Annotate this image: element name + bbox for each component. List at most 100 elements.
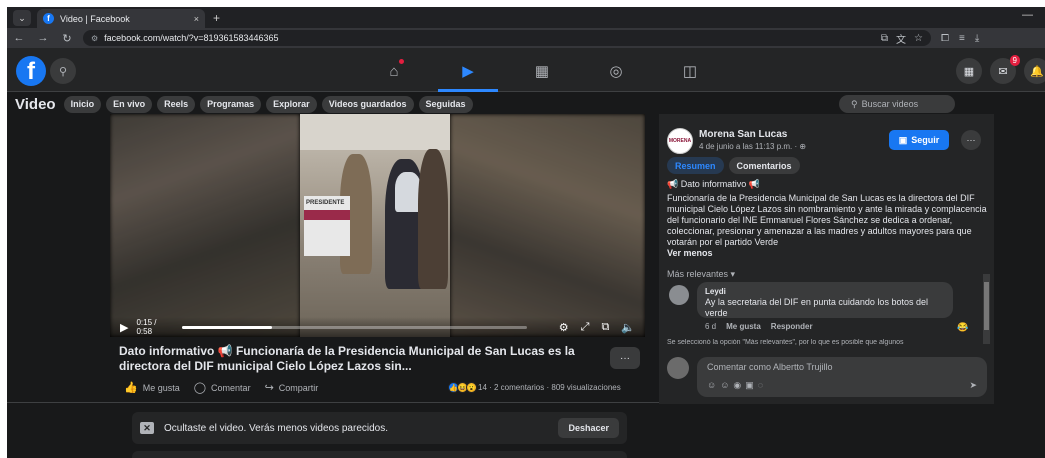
sticker-icon[interactable]: ◌ xyxy=(758,380,767,390)
site-info-icon[interactable]: ⚙ xyxy=(91,34,98,43)
groups-nav-icon[interactable]: ◎ xyxy=(586,56,646,86)
play-icon[interactable]: ▶ xyxy=(120,321,128,334)
reading-list-icon[interactable]: ≡ xyxy=(959,33,965,44)
settings-gear-icon[interactable]: ⚙ xyxy=(559,321,569,334)
facebook-favicon-icon: f xyxy=(43,13,54,24)
extensions-icon[interactable]: ⧠ xyxy=(941,33,949,44)
page-avatar[interactable]: MORENA xyxy=(667,128,693,154)
volume-icon[interactable]: 🔈 xyxy=(621,321,635,334)
share-label: Compartir xyxy=(278,382,319,393)
gaming-nav-icon[interactable]: ◫ xyxy=(660,56,720,86)
composer-tools: ☺☺◉▣◌ xyxy=(707,380,977,391)
undo-button[interactable]: Deshacer xyxy=(558,418,619,438)
comment-label: Comentar xyxy=(211,382,251,393)
comment-age[interactable]: 6 d xyxy=(705,322,716,331)
messenger-badge: 9 xyxy=(1009,55,1020,66)
translate-icon[interactable]: 文 xyxy=(896,31,906,46)
tab-comentarios[interactable]: Comentarios xyxy=(728,157,800,174)
like-label: Me gusta xyxy=(142,382,180,393)
install-app-icon[interactable]: ⧉ xyxy=(881,33,888,44)
ballot-box-label: PRESIDENTE xyxy=(306,200,345,206)
post-date[interactable]: 4 de junio a las 11:13 p.m. · ⊕ xyxy=(699,142,806,151)
video-player[interactable]: PRESIDENTE ▶ 0:15 / 0:58 ⚙ ⤢ ⧉ 🔈 xyxy=(110,114,645,337)
ballot-box: PRESIDENTE xyxy=(304,196,350,256)
forward-icon[interactable]: → xyxy=(31,32,55,44)
scrollbar-thumb[interactable] xyxy=(984,282,989,330)
facebook-search-icon[interactable]: ⚲ xyxy=(50,58,76,84)
minimize-window-icon[interactable]: — xyxy=(1022,9,1033,21)
tab-search-button[interactable]: ⌄ xyxy=(13,10,31,26)
video-title: Dato informativo 📢 Funcionaría de la Pre… xyxy=(119,344,575,373)
stats-text[interactable]: 14 · 2 comentarios · 809 visualizaciones xyxy=(478,383,621,392)
video-search-input[interactable]: ⚲ Buscar videos xyxy=(839,95,955,113)
video-search-placeholder: Buscar videos xyxy=(861,99,919,109)
comment-input[interactable]: Comentar como Albertto Trujillo ☺☺◉▣◌ ➤ xyxy=(697,357,987,397)
download-icon[interactable]: ⤓ xyxy=(975,33,979,44)
hidden-video-icon: ✕ xyxy=(140,422,154,434)
video-progress-fill xyxy=(182,325,272,329)
commenter-avatar[interactable] xyxy=(669,285,689,305)
share-button[interactable]: ↪ Compartir xyxy=(265,381,319,394)
reload-icon[interactable]: ↻ xyxy=(55,32,79,45)
comment-author[interactable]: Leydi xyxy=(705,286,945,297)
send-icon[interactable]: ➤ xyxy=(969,380,977,391)
video-canopy xyxy=(300,114,450,150)
menu-grid-icon[interactable]: ▦ xyxy=(956,58,982,84)
messenger-icon[interactable]: ✉ 9 xyxy=(990,55,1020,84)
comment-bubble-icon: ◯ xyxy=(193,382,207,394)
video-frame: PRESIDENTE xyxy=(300,114,450,337)
new-tab-button[interactable]: + xyxy=(213,11,220,25)
pill-videos-guardados[interactable]: Videos guardados xyxy=(321,95,414,113)
video-progress-bar[interactable] xyxy=(182,325,527,329)
comment-reply-link[interactable]: Responder xyxy=(771,322,813,331)
comment-reaction-icon[interactable]: 😂 xyxy=(957,322,968,333)
fullscreen-expand-icon[interactable]: ⤢ xyxy=(581,321,590,334)
comment-button[interactable]: ◯ Comentar xyxy=(194,381,251,394)
facebook-top-nav: f ⚲ ⌂ ▶ ▦ ◎ ◫ ▦ ✉ 9 🔔 xyxy=(7,48,1045,92)
player-controls: ▶ 0:15 / 0:58 ⚙ ⤢ ⧉ 🔈 xyxy=(110,317,645,337)
picture-in-picture-icon[interactable]: ⧉ xyxy=(601,321,609,334)
pill-reels[interactable]: Reels xyxy=(157,95,196,113)
post-options-button[interactable]: ··· xyxy=(961,130,981,150)
pill-programas[interactable]: Programas xyxy=(200,95,262,113)
pill-inicio[interactable]: Inicio xyxy=(63,95,102,113)
video-options-button[interactable]: ··· xyxy=(610,347,640,369)
comments-scrollbar[interactable] xyxy=(983,274,990,344)
back-icon[interactable]: ← xyxy=(7,32,31,44)
comment-input-placeholder: Comentar como Albertto Trujillo xyxy=(707,362,833,372)
url-bar[interactable]: ⚙ facebook.com/watch/?v=819361583446365 … xyxy=(83,30,931,46)
user-avatar[interactable] xyxy=(667,357,689,379)
home-nav-icon[interactable]: ⌂ xyxy=(364,56,424,86)
comment-like-link[interactable]: Me gusta xyxy=(726,322,761,331)
comment-sort-dropdown[interactable]: Más relevantes ▾ xyxy=(667,269,735,280)
like-button[interactable]: 👍 Me gusta xyxy=(124,381,180,394)
video-nav-icon[interactable]: ▶ xyxy=(438,56,498,92)
hidden-video-message: Ocultaste el video. Verás menos videos p… xyxy=(164,422,389,434)
follow-button[interactable]: ▣ Seguir xyxy=(889,130,949,150)
reaction-icons[interactable]: 👍 😆 😮 xyxy=(448,382,477,393)
notifications-icon[interactable]: 🔔 xyxy=(1024,58,1045,84)
facebook-logo[interactable]: f xyxy=(16,56,46,86)
pill-en-vivo[interactable]: En vivo xyxy=(106,95,153,113)
see-less-link[interactable]: Ver menos xyxy=(667,248,989,259)
video-section-title: Video xyxy=(15,95,56,113)
pill-seguidas[interactable]: Seguidas xyxy=(418,95,473,113)
marketplace-nav-icon[interactable]: ▦ xyxy=(512,56,572,86)
globe-icon: ⊕ xyxy=(799,142,807,151)
bookmark-star-icon[interactable]: ☆ xyxy=(914,33,923,44)
video-stats: 👍 😆 😮 14 · 2 comentarios · 809 visualiza… xyxy=(448,382,621,393)
blurred-background-left xyxy=(110,114,300,337)
page-name[interactable]: Morena San Lucas xyxy=(699,129,787,140)
camera-icon[interactable]: ◉ xyxy=(733,380,745,390)
close-tab-icon[interactable]: × xyxy=(194,14,199,24)
tab-title: Video | Facebook xyxy=(60,13,130,24)
post-description-text: Funcionaría de la Presidencia Municipal … xyxy=(667,193,987,247)
thumbs-up-icon: 👍 xyxy=(124,382,138,394)
browser-tab[interactable]: f Video | Facebook × xyxy=(37,9,205,28)
pill-explorar[interactable]: Explorar xyxy=(266,95,317,113)
tab-resumen[interactable]: Resumen xyxy=(667,157,724,174)
comment-meta: 6 d Me gusta Responder xyxy=(705,322,823,331)
emoji-icon[interactable]: ☺ xyxy=(720,380,733,390)
gif-icon[interactable]: ▣ xyxy=(745,380,758,390)
avatar-sticker-icon[interactable]: ☺ xyxy=(707,380,720,390)
